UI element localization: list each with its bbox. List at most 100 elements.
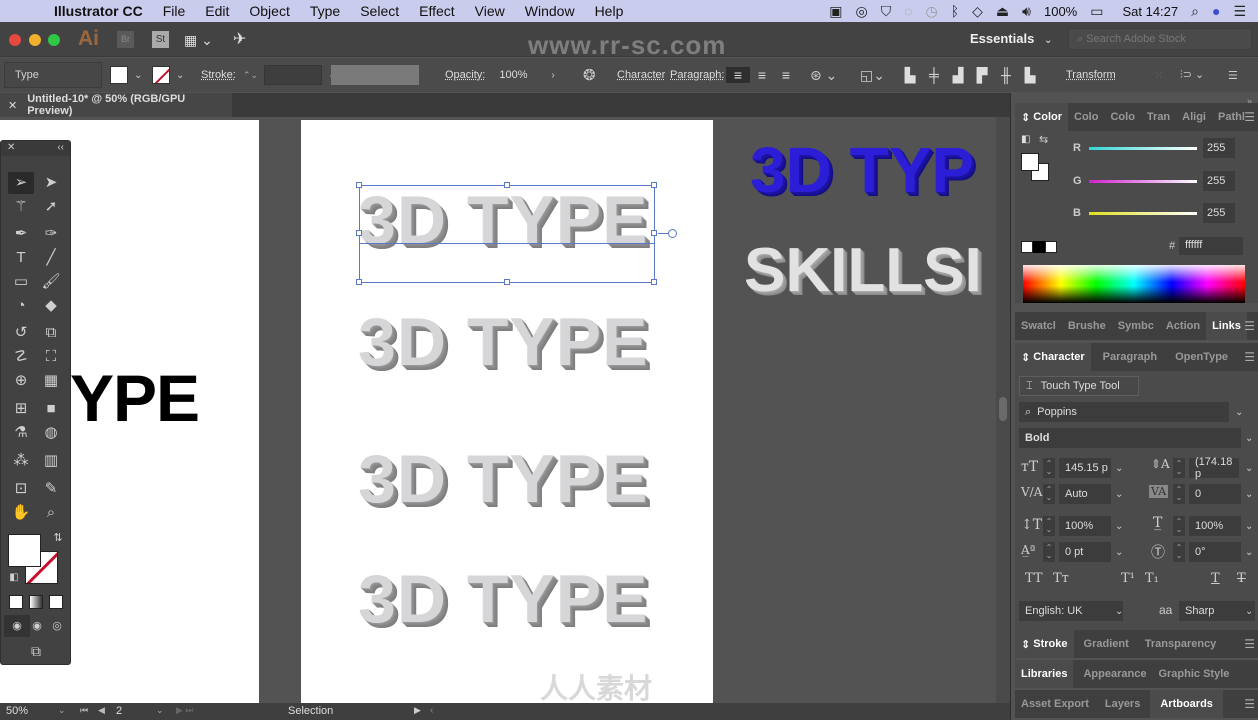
opacity-arrow[interactable]: › [551,70,554,81]
isolation-mode-icon[interactable]: ⫶⊃ ⌄ [1180,68,1204,82]
panel-menu-icon[interactable]: ☰ [1244,637,1255,651]
control-bar-menu-icon[interactable]: ☰ [1228,69,1238,82]
g-slider[interactable] [1089,179,1197,183]
none-mode-button[interactable] [49,595,63,609]
free-transform-tool-icon[interactable]: ⛶ [38,346,64,368]
arrange-documents-icon[interactable]: ▦ ⌄ [184,32,213,49]
stroke-label[interactable]: Stroke: [201,69,236,81]
align-right-icon[interactable]: ≡ [774,67,798,83]
recolor-artwork-icon[interactable]: ❂ [583,66,596,84]
minimize-window-button[interactable] [29,34,41,46]
curvature-tool-icon[interactable]: ✑ [38,223,64,245]
mesh-tool-icon[interactable]: ⊞ [8,398,34,420]
fill-dropdown-icon[interactable]: ⌄ [134,70,142,81]
font-size-field[interactable]: 145.15 p [1059,458,1111,478]
paragraph-link[interactable]: Paragraph: [670,69,724,81]
font-family-field[interactable]: ⌕ Poppins [1019,402,1229,422]
font-style-field[interactable]: Bold [1019,428,1241,448]
font-style-dropdown[interactable]: ⌄ [1245,433,1253,444]
anti-aliasing-dropdown[interactable]: ⌄ [1245,606,1253,617]
rotate-tool-icon[interactable]: ↺ [8,322,34,344]
horizontal-scale-field[interactable]: 100% [1189,516,1241,536]
symbol-sprayer-tool-icon[interactable]: ⁂ [8,450,34,472]
swap-colors-icon[interactable]: ⇆ [1039,133,1048,146]
collapse-panel-icon[interactable]: ‹‹ [57,142,64,155]
stock-icon[interactable]: St [152,31,169,48]
font-size-stepper[interactable]: ⌃ ⌄ [1043,458,1055,478]
direct-selection-tool-icon[interactable]: ➤ [38,172,64,194]
resize-handle[interactable] [651,182,657,188]
hex-field[interactable]: ffffff [1179,237,1243,255]
workspace-switcher[interactable]: Essentials ⌄ [970,31,1052,46]
default-colors-icon[interactable]: ◧ [1021,134,1030,145]
color-spectrum[interactable] [1023,265,1245,303]
selection-tool-icon[interactable]: ➢ [8,172,34,194]
volume-icon[interactable]: 🔊︎ [1022,3,1031,20]
stock-search-input[interactable]: ⌕ Search Adobe Stock [1068,28,1252,50]
hand-tool-icon[interactable]: ✋ [8,502,34,524]
type-tool-icon[interactable]: T [8,247,34,269]
scrollbar-thumb[interactable] [999,397,1007,421]
kerning-stepper[interactable]: ⌃ ⌄ [1043,484,1055,504]
tab-character[interactable]: ⇕ Character [1015,343,1091,371]
kerning-dropdown[interactable]: ⌄ [1115,489,1123,500]
screen-mode-icon[interactable]: ⧉ [23,640,49,662]
panel-menu-icon[interactable]: ☰ [1244,319,1255,333]
swap-fill-stroke-icon[interactable]: ⇅ [45,527,71,549]
slice-tool-icon[interactable]: ✎ [38,478,64,500]
tab-gradient[interactable]: Gradient [1078,630,1135,658]
scroll-left-icon[interactable]: ‹ [430,705,433,716]
vertical-scale-dropdown[interactable]: ⌄ [1115,521,1123,532]
align-hcenter-objects-icon[interactable]: ╪ [922,67,946,83]
pasteboard-blue-text[interactable]: 3D TYP [750,133,974,207]
tab-actions[interactable]: Action [1160,312,1206,340]
screen-record-icon[interactable]: ▣ [829,3,842,20]
vertical-scrollbar[interactable] [996,117,1010,703]
character-link[interactable]: Character [617,69,665,81]
align-center-icon[interactable]: ≡ [750,67,774,83]
text-out-port[interactable] [668,229,677,238]
stroke-swatch[interactable] [152,66,170,84]
spotlight-icon[interactable]: ⌕ [1191,3,1199,20]
battery-icon[interactable]: ▭ [1090,3,1103,20]
fill-color-box[interactable] [8,534,41,567]
type-object[interactable]: 3D TYPE [358,303,648,381]
b-slider[interactable] [1089,211,1197,215]
opacity-label[interactable]: Opacity: [445,69,485,81]
resize-handle[interactable] [504,279,510,285]
previous-artboard-icon[interactable]: ◀ [98,705,105,716]
black-swatch[interactable] [1033,241,1045,253]
panel-menu-icon[interactable]: ☰ [1244,350,1255,364]
gpu-performance-icon[interactable]: ✈ [233,29,246,49]
envelope-warp-icon[interactable]: ⊛ ⌄ [810,67,837,84]
stroke-dropdown-icon[interactable]: ⌄ [176,70,184,81]
first-artboard-icon[interactable]: ⏮ [80,705,88,716]
zoom-tool-icon[interactable]: ⌕ [38,502,64,524]
resize-handle[interactable] [356,230,362,236]
tab-symbols[interactable]: Symbc [1112,312,1160,340]
font-family-dropdown[interactable]: ⌄ [1235,407,1243,418]
r-slider[interactable] [1089,146,1197,150]
paintbrush-tool-icon[interactable]: 🖌︎ [38,271,64,293]
close-panel-icon[interactable]: ✕ [7,142,15,155]
rotation-dropdown[interactable]: ⌄ [1245,547,1253,558]
all-caps-icon[interactable]: TT [1025,571,1043,586]
menu-object[interactable]: Object [239,3,299,19]
fill-swatch-panel[interactable] [1021,153,1039,171]
resize-handle[interactable] [356,279,362,285]
shape-options-icon[interactable]: ◱⌄ [860,67,885,84]
scale-tool-icon[interactable]: ⧉ [38,322,64,344]
document-tab[interactable]: ✕ Untitled-10* @ 50% (RGB/GPU Preview) [0,93,232,117]
draw-inside-icon[interactable]: ◎ [44,615,70,637]
pasteboard-white-text[interactable]: SKILLSI [744,235,982,306]
time-machine-icon[interactable]: ◷ [926,3,938,20]
type-object[interactable]: 3D TYPE [358,560,648,638]
touch-type-button[interactable]: ⌶ Touch Type Tool [1019,376,1139,396]
tab-libraries[interactable]: Libraries [1015,660,1074,688]
transform-link[interactable]: Transform [1066,69,1116,81]
zoom-window-button[interactable] [48,34,60,46]
leading-field[interactable]: (174.18 p [1189,456,1239,480]
small-caps-icon[interactable]: Tт [1053,571,1069,586]
color-mode-button[interactable] [9,595,23,609]
resize-handle[interactable] [651,230,657,236]
